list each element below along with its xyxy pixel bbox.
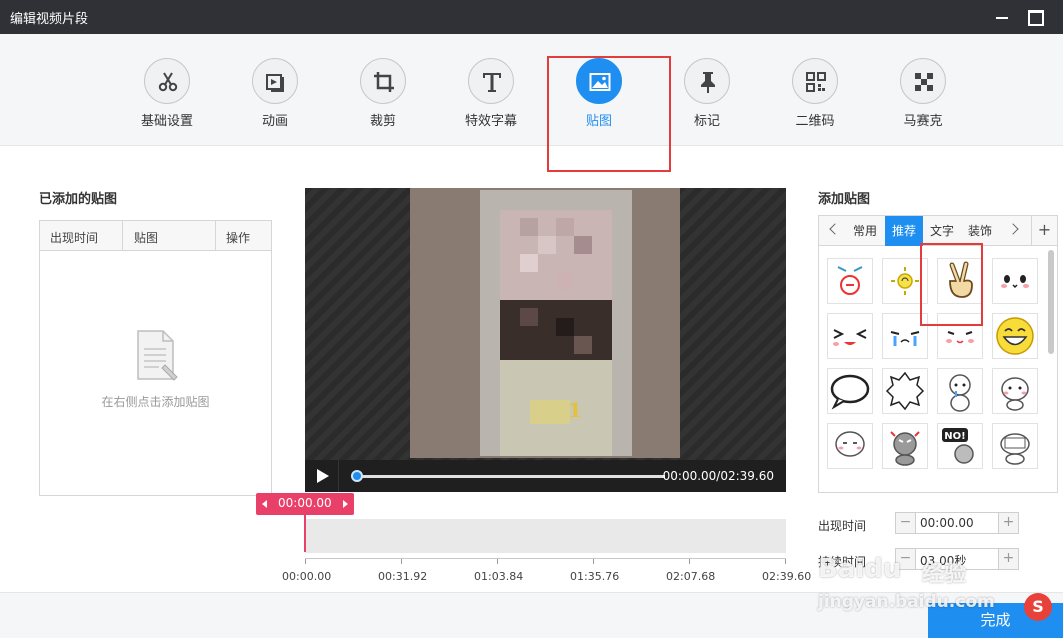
tool-label: 马赛克: [903, 114, 943, 129]
time-marker[interactable]: 00:00.00: [256, 493, 354, 515]
timeline-label: 00:31.92: [378, 570, 428, 583]
timeline-label: 01:35.76: [570, 570, 620, 583]
timeline-label: 01:03.84: [474, 570, 524, 583]
tool-label: 标记: [693, 114, 720, 129]
video-frame: 1: [410, 188, 680, 458]
video-content: 1: [480, 190, 632, 456]
tab-prev-icon[interactable]: [829, 223, 841, 235]
crop-icon: [374, 72, 394, 92]
timeline-label: 00:00.00: [282, 570, 332, 583]
tab-recommended[interactable]: 推荐: [885, 216, 923, 246]
tool-mark[interactable]: 标记: [667, 58, 747, 129]
table-header: 出现时间 贴图 操作: [40, 221, 271, 251]
column-header: 操作: [226, 231, 251, 245]
time-display: 00:00.00/02:39.60: [662, 469, 774, 483]
animation-icon: [266, 74, 284, 92]
text-icon: [483, 73, 501, 92]
document-icon: [137, 330, 178, 381]
video-player: 1 00:00.00/02:39.60: [305, 188, 786, 492]
watermark-url: jingyan.baidu.com: [818, 592, 995, 612]
pin-icon: [701, 72, 715, 93]
add-tab-button[interactable]: +: [1031, 216, 1057, 246]
sticker-laughing-face[interactable]: [992, 313, 1038, 359]
tool-bar: 基础设置 动画 裁剪 特效字幕 贴图 标记 二维码 马赛克: [0, 34, 1063, 172]
tool-animation[interactable]: 动画: [235, 58, 315, 129]
sticker-bear-no[interactable]: NO!: [937, 423, 983, 469]
empty-hint: 在右侧点击添加贴图: [101, 395, 210, 409]
sticker-speech-bubble[interactable]: [827, 368, 873, 414]
sticker-bunny-sad[interactable]: [937, 368, 983, 414]
player-controls: 00:00.00/02:39.60: [305, 460, 786, 492]
window-title: 编辑视频片段: [10, 12, 89, 27]
timeline-track[interactable]: [305, 519, 786, 553]
tool-crop[interactable]: 裁剪: [343, 58, 423, 129]
timeline-playhead[interactable]: [304, 512, 306, 552]
sticker-grin-face[interactable]: [827, 313, 873, 359]
qrcode-icon: [806, 72, 826, 92]
timeline-ruler: [305, 558, 786, 564]
sticker-burst-bubble[interactable]: [882, 368, 928, 414]
sticker-bunny-shy[interactable]: [827, 423, 873, 469]
marker-time: 00:00.00: [278, 496, 332, 510]
scissors-icon: [158, 72, 178, 92]
tool-mosaic[interactable]: 马赛克: [883, 58, 963, 129]
added-stickers-title: 已添加的贴图: [39, 192, 118, 207]
tool-label: 动画: [261, 114, 288, 129]
watermark-brand-cn: 经验: [922, 562, 967, 587]
tool-qrcode[interactable]: 二维码: [775, 58, 855, 129]
maximize-button[interactable]: [1023, 6, 1045, 28]
play-button[interactable]: [305, 460, 339, 492]
added-stickers-table: 出现时间 贴图 操作 在右侧点击添加贴图: [39, 220, 272, 496]
tab-next-icon[interactable]: [1007, 223, 1019, 235]
progress-knob[interactable]: [351, 470, 363, 482]
sticker-angry[interactable]: [827, 258, 873, 304]
tool-effect-subtitle[interactable]: 特效字幕: [451, 58, 531, 129]
sticker-panel: 常用 推荐 文字 装饰 + NO!: [818, 215, 1058, 493]
tool-label: 特效字幕: [464, 114, 517, 129]
sticker-blush-face[interactable]: [992, 258, 1038, 304]
timeline-label: 02:07.68: [666, 570, 716, 583]
tab-text[interactable]: 文字: [925, 216, 959, 246]
sticker-bunny-clap[interactable]: [992, 368, 1038, 414]
tab-common[interactable]: 常用: [847, 216, 883, 246]
highlight-box: [547, 56, 671, 172]
mosaic-icon: [915, 73, 933, 91]
minimize-button[interactable]: [991, 6, 1013, 28]
title-bar: 编辑视频片段: [0, 0, 1063, 34]
add-sticker-title: 添加贴图: [818, 192, 871, 207]
marker-right-arrow-icon[interactable]: [343, 500, 348, 508]
tool-label: 基础设置: [140, 114, 193, 129]
sticker-scrollbar[interactable]: [1048, 250, 1054, 354]
svg-text:NO!: NO!: [944, 431, 965, 442]
timeline-label: 02:39.60: [762, 570, 812, 583]
sticker-highlight-box: [920, 243, 983, 326]
column-header: 出现时间: [50, 231, 99, 245]
sticker-tabs: 常用 推荐 文字 装饰 +: [819, 216, 1057, 246]
progress-bar[interactable]: [351, 470, 665, 482]
tool-label: 裁剪: [369, 114, 396, 129]
watermark-brand: Baidu: [818, 554, 902, 584]
tool-basic-settings[interactable]: 基础设置: [127, 58, 207, 129]
sogou-icon[interactable]: S: [1024, 593, 1052, 621]
sticker-number: 1: [568, 398, 582, 422]
sticker-bear-angry[interactable]: [882, 423, 928, 469]
tab-decoration[interactable]: 装饰: [961, 216, 999, 246]
baidu-watermark: Baidu 经验 jingyan.baidu.com: [812, 520, 1012, 620]
column-header: 贴图: [134, 231, 159, 245]
marker-left-arrow-icon[interactable]: [262, 500, 267, 508]
tool-label: 二维码: [795, 114, 835, 129]
sticker-bunny-sign[interactable]: [992, 423, 1038, 469]
